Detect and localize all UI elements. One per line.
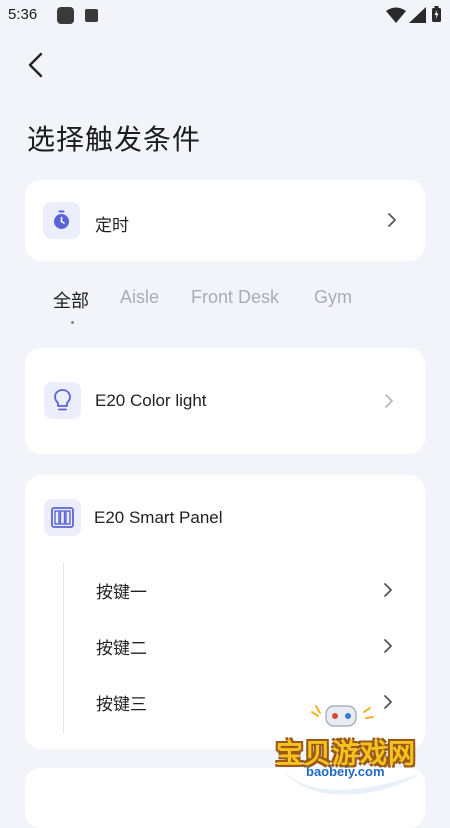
battery-icon (432, 6, 441, 22)
status-time: 5:36 (8, 6, 38, 23)
tab-aisle[interactable]: Aisle (120, 287, 159, 308)
wifi-icon (386, 7, 406, 23)
page-title: 选择触发条件 (27, 124, 202, 155)
tab-all[interactable]: 全部 (53, 287, 89, 313)
signal-icon (409, 7, 426, 23)
panel-button-label: 按键一 (96, 583, 147, 602)
room-tabs: 全部 Aisle Front Desk Gym (0, 287, 450, 317)
timer-icon-box (43, 202, 80, 239)
chevron-left-icon (28, 52, 43, 78)
panel-button-label: 按键二 (96, 639, 147, 658)
notification-a-icon (85, 9, 98, 22)
watermark-url: baobeiy.com (306, 764, 385, 779)
chevron-right-icon (384, 583, 392, 597)
back-button[interactable] (20, 48, 54, 82)
tab-front-desk[interactable]: Front Desk (191, 287, 279, 308)
notification-icon (57, 7, 74, 24)
device-label-light: E20 Color light (95, 391, 207, 410)
status-bar: 5:36 (0, 0, 450, 32)
light-icon-box (44, 382, 81, 419)
panel-icon-box (44, 499, 81, 536)
active-tab-indicator (71, 321, 74, 324)
chevron-right-icon (388, 213, 396, 227)
lightbulb-icon (54, 389, 71, 411)
timer-label: 定时 (95, 216, 129, 235)
timer-icon (54, 210, 69, 229)
watermark-logo: 宝贝游戏网 baobeiy.com (270, 702, 450, 800)
chevron-right-icon (385, 394, 393, 408)
chevron-right-icon (384, 639, 392, 653)
panel-button-2[interactable]: 按键二 (25, 625, 425, 669)
device-label-smart-panel: E20 Smart Panel (94, 508, 223, 527)
timer-card[interactable]: 定时 (25, 180, 425, 261)
panel-button-1[interactable]: 按键一 (25, 569, 425, 613)
smart-panel-icon (51, 507, 74, 528)
device-card-light[interactable]: E20 Color light (25, 348, 425, 454)
tab-gym[interactable]: Gym (314, 287, 352, 308)
panel-button-label: 按键三 (96, 695, 147, 714)
